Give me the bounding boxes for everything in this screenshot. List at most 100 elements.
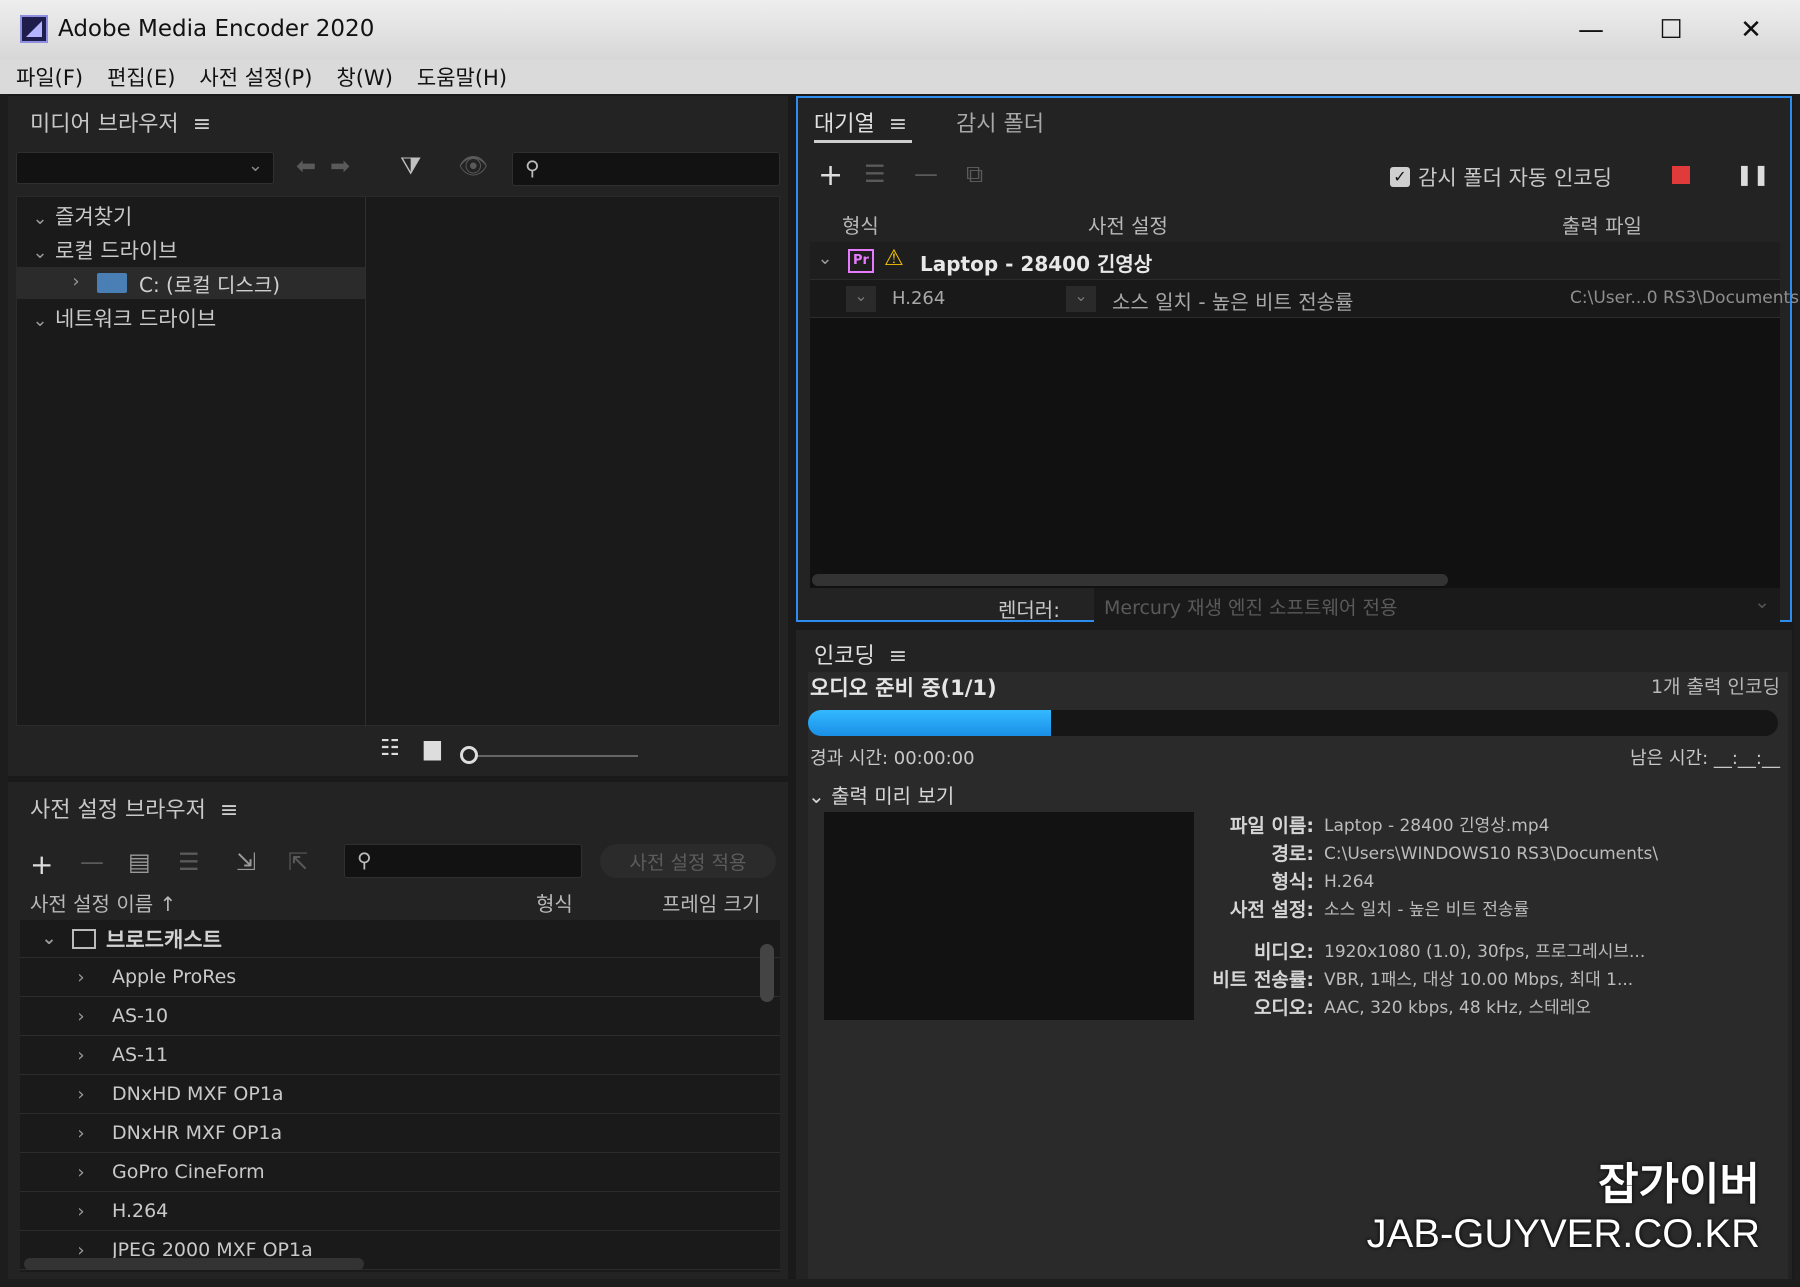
filter-icon[interactable]: ⧩ [400,152,421,180]
auto-encode-checkbox[interactable]: ✓ 감시 폴더 자동 인코딩 [1390,162,1612,192]
chevron-down-icon: ⌄ [32,208,48,229]
checkbox-checked-icon: ✓ [1390,167,1410,187]
tab-watch-folders[interactable]: 감시 폴더 [956,106,1044,138]
output-preset[interactable]: 소스 일치 - 높은 비트 전송률 [1112,286,1353,315]
add-source-icon[interactable]: + [818,158,843,193]
column-frame-size[interactable]: 프레임 크기 [662,888,760,917]
vertical-scrollbar[interactable] [760,944,774,1002]
info-value: Laptop - 28400 긴영상.mp4 [1324,816,1550,836]
stop-button[interactable] [1672,166,1690,184]
tree-item-network-drives[interactable]: ⌄ 네트워크 드라이브 [25,303,216,333]
output-preview-toggle[interactable]: ⌄ 출력 미리 보기 [808,780,954,809]
preset-item[interactable]: › Apple ProRes [20,958,780,997]
preset-group-broadcast[interactable]: ⌄ 브로드캐스트 [20,920,780,958]
info-key: 오디오: [1253,997,1314,1019]
media-search-input[interactable]: ⚲ [512,152,780,186]
column-label: 사전 설정 이름 [30,892,154,916]
menu-help[interactable]: 도움말(H) [417,62,507,92]
location-dropdown[interactable]: ⌄ [16,152,274,184]
queue-source-item[interactable]: ⌄ Pr ⚠ Laptop - 28400 긴영상 [810,242,1780,280]
source-name: Laptop - 28400 긴영상 [920,252,1153,276]
queue-list: ⌄ Pr ⚠ Laptop - 28400 긴영상 ⌄ H.264 ⌄ 소스 일… [810,242,1799,588]
panel-menu-icon[interactable]: ≡ [889,112,907,137]
preset-settings-icon[interactable]: ☰ [864,160,886,188]
list-view-icon[interactable]: ☷ [380,736,400,761]
preset-item[interactable]: › GoPro CineForm [20,1153,780,1192]
preset-item[interactable]: › H.264 [20,1192,780,1231]
close-button[interactable]: ✕ [1726,10,1776,50]
media-browser-content: ⌄ 즐겨찾기 ⌄ 로컬 드라이브 › C: (로컬 디스크) ⌄ 네트워크 드라이브 [16,196,780,727]
tab-queue[interactable]: 대기열 ≡ [814,106,907,138]
icon-view-icon[interactable]: ▆ [424,736,441,761]
export-preset-icon[interactable]: ⇱ [288,848,308,876]
renderer-label: 렌더러: [998,598,1060,622]
preset-item-label: GoPro CineForm [112,1161,265,1183]
renderer-dropdown[interactable]: Mercury 재생 엔진 소프트웨어 전용 ⌄ [1094,588,1780,622]
tree-item-favorites[interactable]: ⌄ 즐겨찾기 [25,201,132,231]
preset-settings-icon[interactable]: ☰ [178,848,200,876]
chevron-down-icon: ⌄ [247,155,263,176]
pause-button[interactable]: ❚❚ [1736,162,1770,186]
encoding-title-text: 인코딩 [814,644,875,669]
watermark-title: 잡가이버 [1598,1159,1760,1210]
menu-preset[interactable]: 사전 설정(P) [199,62,312,92]
chevron-right-icon: › [77,1005,85,1027]
minimize-button[interactable]: — [1566,10,1616,50]
active-tab-underline [814,140,912,143]
menu-edit[interactable]: 편집(E) [107,62,175,92]
forward-arrow-icon[interactable]: ➡ [330,152,350,180]
column-preset-name[interactable]: 사전 설정 이름 ↑ [30,888,176,917]
column-output-file[interactable]: 출력 파일 [1562,210,1642,239]
media-browser-panel: 미디어 브라우저 ≡ ⌄ ⬅ ➡ ⧩ 👁 ⚲ ⌄ 즐겨찾기 ⌄ 로컬 드라이브 › C… [8,96,788,776]
output-file[interactable]: C:\User...0 RS3\Documents [1570,288,1799,308]
chevron-down-icon: ⌄ [808,784,825,808]
format-dropdown-icon[interactable]: ⌄ [846,286,876,312]
column-format[interactable]: 형식 [536,888,573,917]
tree-item-c-drive[interactable]: › C: (로컬 디스크) [17,267,365,299]
zoom-slider[interactable] [472,755,638,757]
tree-label: C: (로컬 디스크) [139,273,281,297]
preset-item[interactable]: › AS-10 [20,997,780,1036]
panel-menu-icon[interactable]: ≡ [193,112,211,137]
preset-list: ⌄ 브로드캐스트 › Apple ProRes › AS-10 › AS-11 › DN… [20,920,780,1272]
maximize-button[interactable]: ☐ [1646,10,1696,50]
preset-item[interactable]: › DNxHD MXF OP1a [20,1075,780,1114]
view-icon[interactable]: 👁 [458,152,488,180]
output-format[interactable]: H.264 [892,288,945,309]
premiere-badge-icon: Pr [848,249,874,273]
import-preset-icon[interactable]: ⇲ [236,848,256,876]
app-logo-icon [20,15,48,43]
add-preset-icon[interactable]: + [30,848,53,881]
info-key: 비트 전송률: [1212,969,1314,991]
apply-preset-button[interactable]: 사전 설정 적용 [600,844,776,878]
chevron-right-icon: › [77,1044,85,1066]
menu-file[interactable]: 파일(F) [16,62,83,92]
queue-output-row[interactable]: ⌄ H.264 ⌄ 소스 일치 - 높은 비트 전송률 C:\User...0 … [810,280,1799,318]
panel-menu-icon[interactable]: ≡ [889,644,907,669]
duplicate-icon[interactable]: ⧉ [966,160,983,188]
queue-panel: 대기열 ≡ 감시 폴더 + ☰ — ⧉ ✓ 감시 폴더 자동 인코딩 ❚❚ 형식 … [796,96,1799,622]
preset-item[interactable]: › AS-11 [20,1036,780,1075]
horizontal-scrollbar[interactable] [24,1258,364,1270]
preset-item[interactable]: › DNxHR MXF OP1a [20,1114,780,1153]
title-bar: Adobe Media Encoder 2020 — ☐ ✕ [0,0,1800,60]
column-format[interactable]: 형식 [842,210,879,239]
horizontal-scrollbar[interactable] [812,574,1448,586]
back-arrow-icon[interactable]: ⬅ [296,152,316,180]
zoom-slider-handle[interactable] [460,746,478,764]
chevron-right-icon: › [77,1122,85,1144]
panel-menu-icon[interactable]: ≡ [220,798,238,823]
preset-dropdown-icon[interactable]: ⌄ [1066,286,1096,312]
tree-item-local-drives[interactable]: ⌄ 로컬 드라이브 [25,235,177,265]
preset-item-label: AS-11 [112,1044,169,1066]
remove-preset-icon[interactable]: — [80,848,104,876]
preset-browser-title: 사전 설정 브라우저 ≡ [30,792,238,824]
preset-search-input[interactable]: ⚲ [344,844,582,878]
column-preset[interactable]: 사전 설정 [1088,210,1168,239]
new-group-icon[interactable]: ▤ [128,848,151,876]
menu-window[interactable]: 창(W) [336,62,392,92]
info-key: 사전 설정: [1229,899,1314,921]
search-icon: ⚲ [525,156,540,180]
chevron-right-icon: › [77,1083,85,1105]
remove-icon[interactable]: — [914,160,938,188]
